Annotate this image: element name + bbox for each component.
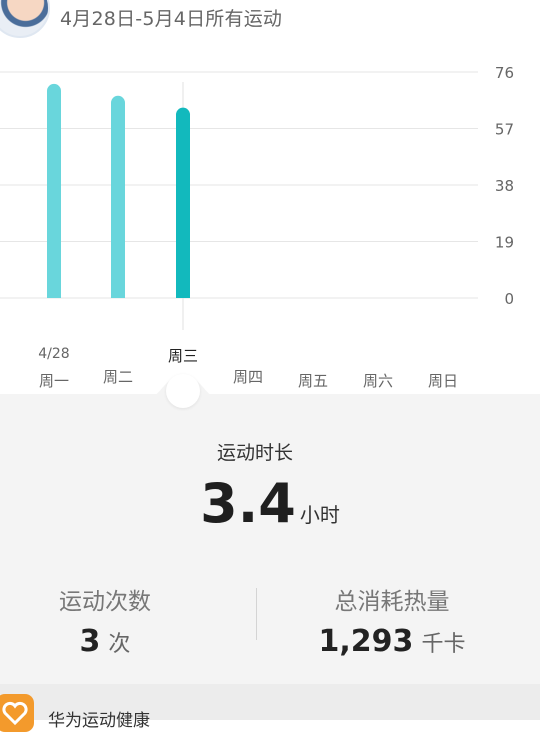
calories-unit: 千卡: [421, 632, 466, 657]
y-tick-label: 57: [495, 121, 514, 139]
y-tick-label: 76: [495, 64, 514, 82]
page-title: 4月28日-5月4日所有运动: [60, 8, 283, 30]
day-label[interactable]: 周六: [348, 370, 408, 391]
day-label[interactable]: 周日: [413, 370, 473, 391]
workout-count-stat: 运动次数 3次: [5, 582, 205, 659]
y-tick-label: 19: [495, 234, 514, 252]
day-label[interactable]: 周一: [24, 370, 84, 391]
duration-unit: 小时: [299, 503, 340, 527]
chart-canvas[interactable]: 76 57 38 19 0: [0, 34, 540, 390]
day-label[interactable]: 周五: [283, 370, 343, 391]
day-label[interactable]: 周二: [88, 366, 148, 387]
y-tick-label: 38: [495, 177, 514, 195]
selected-day-indicator[interactable]: [166, 374, 200, 408]
y-tick-label: 0: [504, 290, 514, 308]
calories-label: 总消耗热量: [334, 589, 450, 615]
chart-bar-base: [176, 290, 190, 298]
calories-stat: 总消耗热量 1,293 千卡: [292, 582, 492, 659]
day-label[interactable]: 周四: [218, 366, 278, 387]
duration-label: 运动时长: [216, 442, 293, 464]
date-label: 4/28: [38, 346, 70, 362]
app-name: 华为运动健康: [48, 711, 150, 731]
huawei-health-icon: [0, 694, 34, 732]
count-value: 3: [79, 624, 101, 659]
count-label: 运动次数: [59, 589, 151, 615]
calories-value: 1,293: [318, 624, 414, 659]
chart-bar[interactable]: [111, 95, 125, 298]
count-unit: 次: [108, 632, 131, 657]
stat-divider: [256, 588, 257, 640]
header: 4月28日-5月4日所有运动: [0, 0, 540, 38]
chart-bar[interactable]: [47, 83, 61, 298]
duration-value: 3.4: [200, 472, 296, 535]
avatar[interactable]: [0, 0, 50, 38]
duration-display: 3.4 小时: [0, 472, 540, 535]
chart-bar[interactable]: [176, 107, 190, 299]
chart-bar-base: [111, 290, 125, 298]
weekly-chart[interactable]: 76 57 38 19 0: [0, 34, 540, 390]
app-banner[interactable]: 华为运动健康: [0, 684, 540, 732]
chart-bar-base: [47, 290, 61, 298]
